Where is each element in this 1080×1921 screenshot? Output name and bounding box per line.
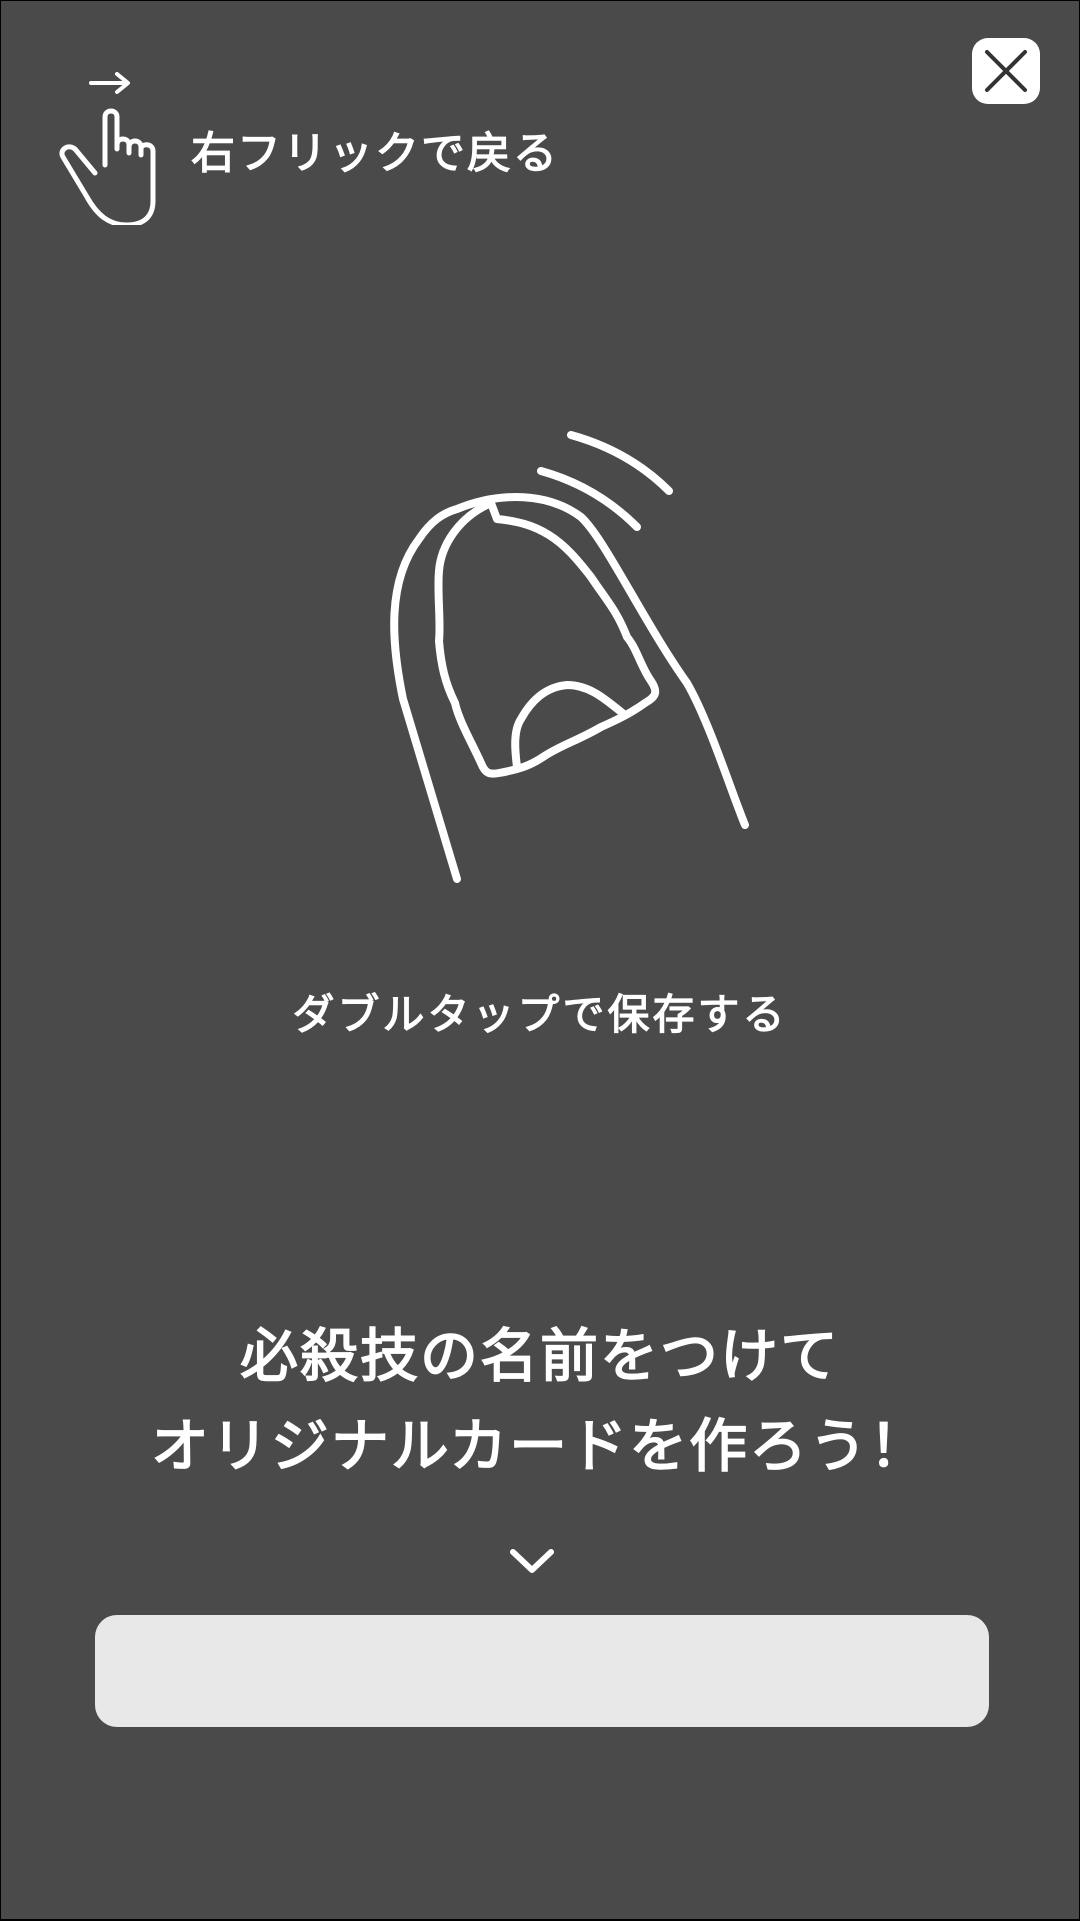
headline: 必殺技の名前をつけて オリジナルカードを作ろう！ [1, 1311, 1079, 1491]
headline-line-2: オリジナルカードを作ろう！ [150, 1412, 930, 1480]
double-tap-finger-icon [390, 431, 749, 883]
headline-line-1: 必殺技の名前をつけて [239, 1322, 840, 1390]
double-tap-save-hint: ダブルタップで保存する [292, 990, 788, 1039]
close-icon [985, 50, 1027, 92]
swipe-back-hint: 右フリックで戻る [57, 65, 577, 225]
close-button[interactable] [972, 38, 1040, 104]
hand-swipe-right-icon [59, 72, 156, 225]
chevron-down-icon [510, 1549, 554, 1573]
swipe-back-label: 右フリックで戻る [191, 128, 559, 179]
special-move-name-input[interactable] [95, 1615, 989, 1727]
tutorial-overlay: 右フリックで戻る ダブルタップで保存する 必殺技の名前をつけて オリジナルカード… [1, 1, 1079, 1919]
